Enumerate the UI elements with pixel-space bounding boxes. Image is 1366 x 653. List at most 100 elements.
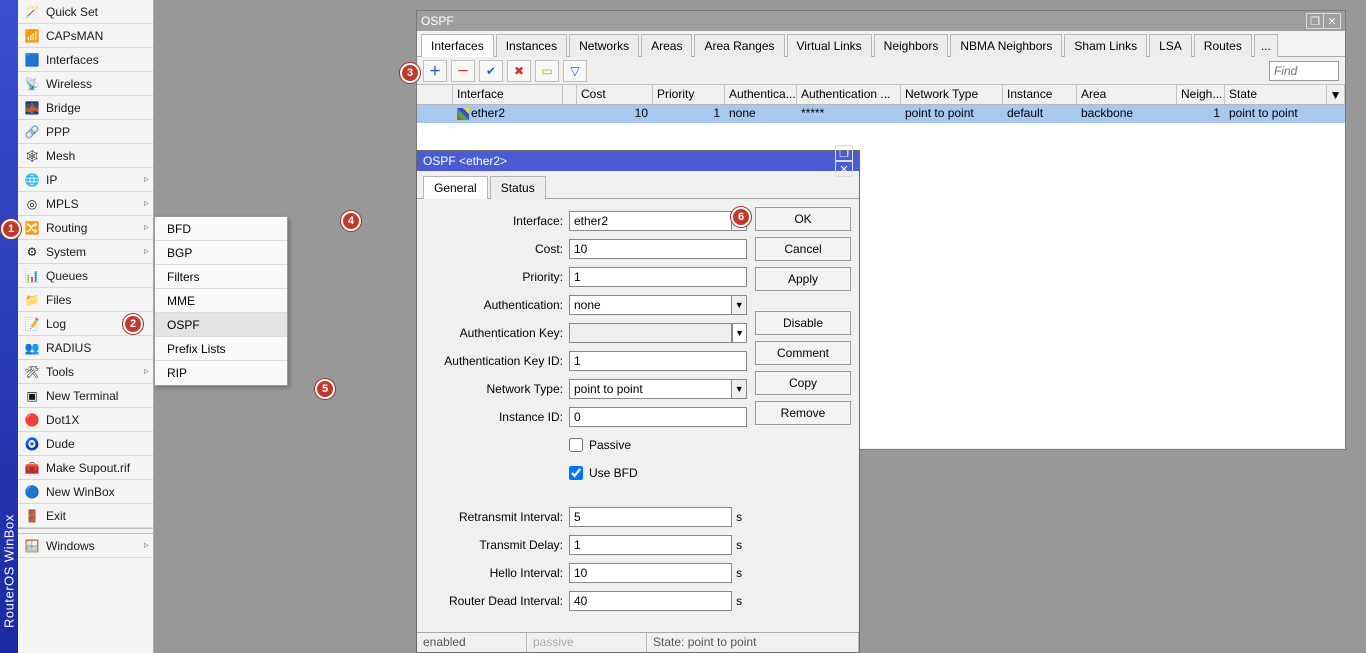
interface-field[interactable] — [569, 211, 732, 231]
ospf-window-title-bar[interactable]: OSPF ❐ ✕ — [417, 11, 1345, 31]
menu-files[interactable]: 📁Files — [18, 288, 153, 312]
menu-dot1x[interactable]: 🔴Dot1X — [18, 408, 153, 432]
passive-checkbox[interactable] — [569, 438, 583, 452]
submenu-filters[interactable]: Filters — [155, 265, 287, 289]
menu-ppp[interactable]: 🔗PPP — [18, 120, 153, 144]
menu-wireless[interactable]: 📡Wireless — [18, 72, 153, 96]
chevron-down-icon[interactable]: ▼ — [732, 295, 747, 315]
disable-button[interactable]: ✖ — [507, 60, 531, 82]
hello-field[interactable] — [569, 563, 732, 583]
dialog-title-bar[interactable]: OSPF <ether2> ❐ ✕ — [417, 151, 859, 171]
remove-button[interactable]: － — [451, 60, 475, 82]
col-spacer[interactable] — [563, 85, 577, 104]
col-interface[interactable]: Interface — [453, 85, 563, 104]
menu-new-winbox[interactable]: 🔵New WinBox — [18, 480, 153, 504]
restore-icon[interactable]: ❐ — [1306, 13, 1324, 29]
close-icon[interactable]: ✕ — [1323, 13, 1341, 29]
menu-exit[interactable]: 🚪Exit — [18, 504, 153, 528]
menu-log[interactable]: 📝Log 2 — [18, 312, 153, 336]
tab-virtual-links[interactable]: Virtual Links — [787, 34, 872, 57]
instanceid-label: Instance ID: — [425, 410, 569, 424]
tab-routes[interactable]: Routes — [1194, 34, 1252, 57]
tab-sham-links[interactable]: Sham Links — [1064, 34, 1147, 57]
col-network-type[interactable]: Network Type — [901, 85, 1003, 104]
tab-area-ranges[interactable]: Area Ranges — [694, 34, 784, 57]
menu-windows[interactable]: 🪟Windows▹ — [18, 534, 153, 558]
comment-button[interactable]: Comment — [755, 341, 851, 365]
tab-nbma-neighbors[interactable]: NBMA Neighbors — [950, 34, 1062, 57]
cancel-button[interactable]: Cancel — [755, 237, 851, 261]
chevron-down-icon[interactable]: ▼ — [732, 379, 747, 399]
menu-tools[interactable]: 🛠Tools▹ — [18, 360, 153, 384]
menu-new-terminal[interactable]: ▣New Terminal — [18, 384, 153, 408]
tab-more[interactable]: ... — [1254, 34, 1278, 57]
col-authkey[interactable]: Authentication ... — [797, 85, 901, 104]
col-cost[interactable]: Cost — [577, 85, 653, 104]
dialog-tab-status[interactable]: Status — [490, 176, 546, 199]
tab-instances[interactable]: Instances — [496, 34, 567, 57]
col-state[interactable]: State — [1225, 85, 1327, 104]
comment-button[interactable]: ▭ — [535, 60, 559, 82]
menu-supout[interactable]: 🧰Make Supout.rif — [18, 456, 153, 480]
disable-button[interactable]: Disable — [755, 311, 851, 335]
menu-dude[interactable]: 🧿Dude — [18, 432, 153, 456]
table-row[interactable]: ether2 10 1 none ***** point to point de… — [417, 105, 1345, 123]
priority-field[interactable] — [569, 267, 747, 287]
plus-icon: ＋ — [429, 62, 441, 79]
col-flags[interactable] — [417, 85, 453, 104]
col-instance[interactable]: Instance — [1003, 85, 1077, 104]
menu-routing[interactable]: 🔀Routing▹ — [18, 216, 153, 240]
retrans-label: Retransmit Interval: — [425, 510, 569, 524]
menu-quick-set[interactable]: 🪄Quick Set — [18, 0, 153, 24]
cost-field[interactable] — [569, 239, 747, 259]
tab-networks[interactable]: Networks — [569, 34, 639, 57]
nettype-field[interactable] — [569, 379, 732, 399]
dead-field[interactable] — [569, 591, 732, 611]
restore-icon[interactable]: ❐ — [835, 145, 853, 161]
txdelay-field[interactable] — [569, 535, 732, 555]
filter-button[interactable]: ▽ — [563, 60, 587, 82]
ok-button[interactable]: OK — [755, 207, 851, 231]
submenu-bgp[interactable]: BGP — [155, 241, 287, 265]
remove-button[interactable]: Remove — [755, 401, 851, 425]
menu-ip[interactable]: 🌐IP▹ — [18, 168, 153, 192]
submenu-mme[interactable]: MME — [155, 289, 287, 313]
tab-areas[interactable]: Areas — [641, 34, 692, 57]
menu-mesh[interactable]: 🕸Mesh — [18, 144, 153, 168]
chevron-right-icon: ▹ — [144, 246, 149, 257]
usebfd-checkbox[interactable] — [569, 466, 583, 480]
enable-button[interactable]: ✔ — [479, 60, 503, 82]
auth-field[interactable] — [569, 295, 732, 315]
tab-interfaces[interactable]: Interfaces — [421, 34, 494, 57]
submenu-ospf[interactable]: OSPF — [155, 313, 287, 337]
menu-capsman[interactable]: 📶CAPsMAN — [18, 24, 153, 48]
submenu-rip[interactable]: RIP — [155, 361, 287, 385]
terminal-icon: ▣ — [24, 388, 40, 404]
submenu-bfd[interactable]: BFD — [155, 217, 287, 241]
chevron-down-icon[interactable]: ▼ — [732, 323, 747, 343]
apply-button[interactable]: Apply — [755, 267, 851, 291]
menu-radius[interactable]: 👥RADIUS — [18, 336, 153, 360]
tab-neighbors[interactable]: Neighbors — [874, 34, 949, 57]
menu-interfaces[interactable]: 🟦Interfaces — [18, 48, 153, 72]
authid-field[interactable] — [569, 351, 747, 371]
exit-icon: 🚪 — [24, 508, 40, 524]
add-button[interactable]: ＋ — [423, 60, 447, 82]
tab-lsa[interactable]: LSA — [1149, 34, 1192, 57]
authkey-field[interactable] — [569, 323, 732, 343]
col-neighbors[interactable]: Neigh... — [1177, 85, 1225, 104]
menu-queues[interactable]: 📊Queues — [18, 264, 153, 288]
retrans-field[interactable] — [569, 507, 732, 527]
col-dropdown[interactable]: ▼ — [1327, 85, 1345, 104]
submenu-prefix-lists[interactable]: Prefix Lists — [155, 337, 287, 361]
col-auth[interactable]: Authentica... — [725, 85, 797, 104]
dialog-tab-general[interactable]: General — [423, 176, 488, 199]
menu-bridge[interactable]: 🌉Bridge — [18, 96, 153, 120]
copy-button[interactable]: Copy — [755, 371, 851, 395]
menu-system[interactable]: ⚙System▹ — [18, 240, 153, 264]
col-priority[interactable]: Priority — [653, 85, 725, 104]
instanceid-field[interactable] — [569, 407, 747, 427]
find-input[interactable] — [1269, 61, 1339, 81]
menu-mpls[interactable]: ◎MPLS▹ — [18, 192, 153, 216]
col-area[interactable]: Area — [1077, 85, 1177, 104]
